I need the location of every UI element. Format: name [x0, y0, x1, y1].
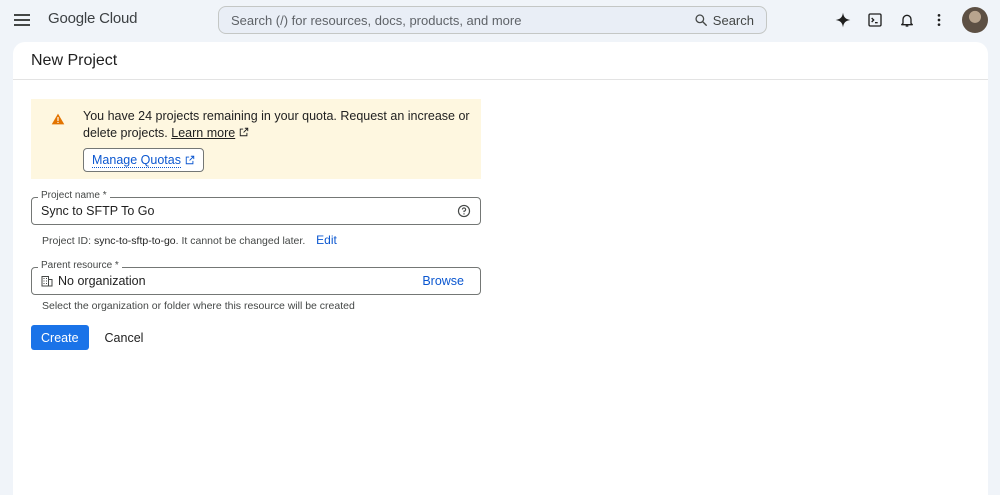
search-input[interactable]: Search (/) for resources, docs, products…	[231, 13, 694, 28]
parent-resource-field[interactable]: Parent resource * No organization Browse	[31, 260, 481, 295]
project-id-suffix: . It cannot be changed later.	[175, 235, 306, 247]
parent-resource-hint: Select the organization or folder where …	[42, 300, 355, 312]
project-id-prefix: Project ID:	[42, 235, 94, 247]
more-options-icon[interactable]	[926, 7, 952, 33]
top-bar: Google Cloud Search (/) for resources, d…	[0, 0, 1000, 40]
main-menu-icon[interactable]	[12, 10, 32, 30]
quota-warning-message: You have 24 projects remaining in your q…	[83, 109, 470, 140]
project-name-field[interactable]: Project name * Sync to SFTP To Go	[31, 190, 481, 225]
page-title: New Project	[31, 51, 118, 69]
quota-warning-banner: You have 24 projects remaining in your q…	[31, 99, 481, 179]
project-id-hint: Project ID: sync-to-sftp-to-go. It canno…	[42, 233, 337, 247]
parent-resource-text: No organization	[58, 274, 146, 288]
external-link-icon	[185, 155, 195, 165]
parent-resource-label: Parent resource *	[38, 260, 122, 272]
search-button[interactable]: Search	[694, 13, 754, 28]
notifications-bell-icon[interactable]	[894, 7, 920, 33]
warning-icon	[51, 113, 65, 125]
organization-building-icon	[41, 276, 53, 287]
form-actions: Create Cancel	[31, 325, 143, 350]
external-link-icon	[239, 127, 248, 137]
project-name-input[interactable]: Sync to SFTP To Go	[41, 204, 154, 218]
manage-quotas-label: Manage Quotas	[92, 152, 181, 168]
project-name-label: Project name *	[38, 190, 110, 202]
create-button[interactable]: Create	[31, 325, 89, 350]
search-button-label: Search	[712, 12, 754, 28]
project-id-value: sync-to-sftp-to-go	[93, 235, 176, 247]
manage-quotas-button[interactable]: Manage Quotas	[83, 148, 204, 172]
top-actions	[830, 7, 988, 33]
gemini-sparkle-icon[interactable]	[830, 7, 856, 33]
google-cloud-logo[interactable]: Google Cloud	[48, 10, 138, 27]
user-avatar[interactable]	[962, 7, 988, 33]
new-project-panel: New Project You have 24 projects remaini…	[13, 42, 988, 495]
edit-project-id-link[interactable]: Edit	[316, 233, 337, 247]
browse-button[interactable]: Browse	[422, 274, 464, 288]
panel-header: New Project	[13, 42, 988, 80]
help-icon[interactable]	[457, 204, 471, 218]
search-bar[interactable]: Search (/) for resources, docs, products…	[218, 6, 767, 34]
cloud-shell-icon[interactable]	[862, 7, 888, 33]
parent-resource-value: No organization	[41, 274, 146, 288]
quota-warning-text: You have 24 projects remaining in your q…	[83, 108, 473, 142]
cancel-button[interactable]: Cancel	[105, 331, 144, 345]
search-icon	[695, 14, 707, 26]
learn-more-link[interactable]: Learn more	[171, 126, 235, 140]
